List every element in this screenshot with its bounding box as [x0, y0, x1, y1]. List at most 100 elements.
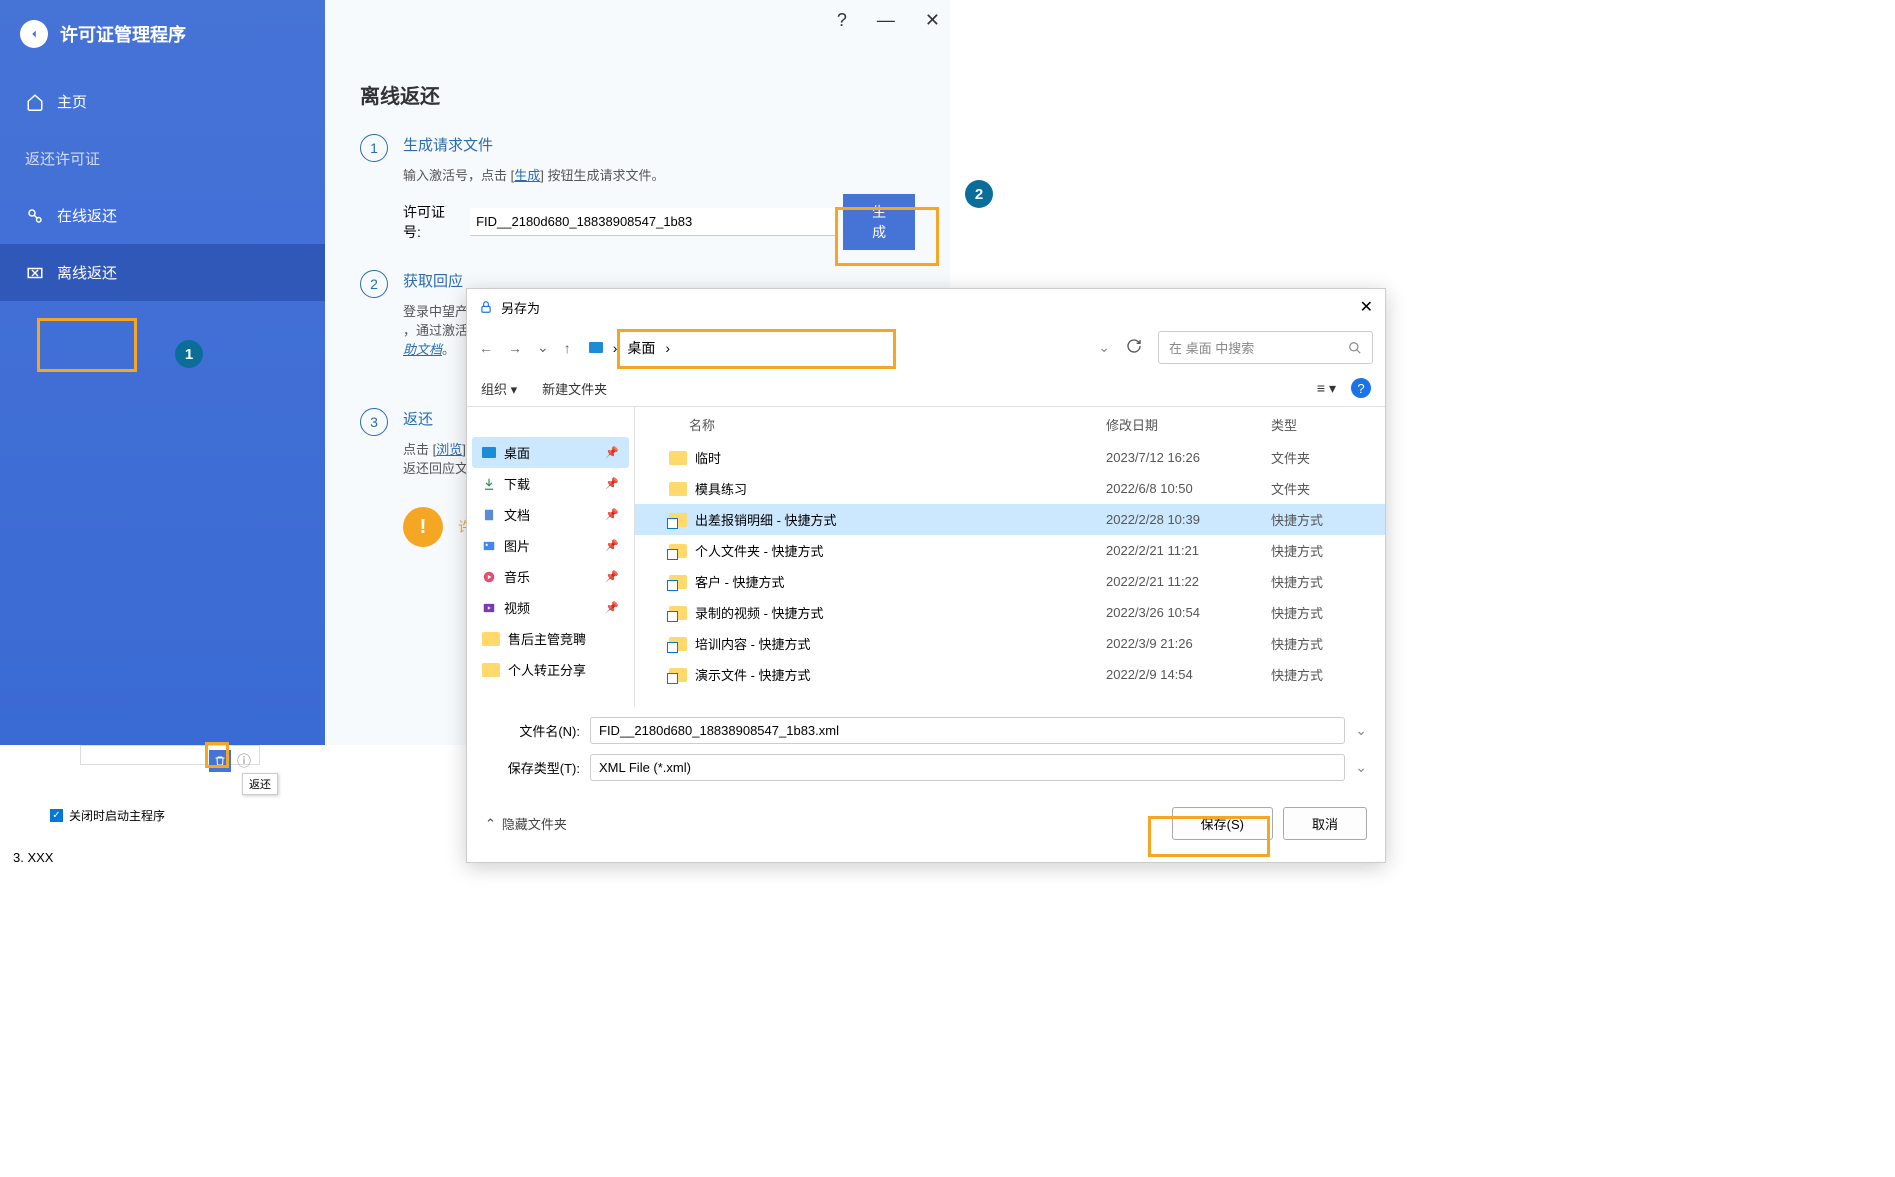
sidebar-label: 在线返还	[57, 205, 117, 226]
nav-forward-icon[interactable]: →	[508, 340, 522, 356]
sidebar: 许可证管理程序 主页 返还许可证 在线返还 离线返还 1	[0, 0, 325, 745]
sidebar-item-offline-return[interactable]: 离线返还	[0, 244, 325, 301]
filename-label: 文件名(N):	[485, 721, 580, 740]
back-button[interactable]	[20, 20, 48, 48]
auto-start-checkbox[interactable]: ✓ 关闭时启动主程序	[50, 807, 320, 824]
file-list-header: 名称 修改日期 类型	[635, 407, 1385, 442]
window-controls: ? — ✕	[837, 10, 940, 31]
dialog-titlebar: 另存为 ✕	[467, 289, 1385, 325]
numbered-text: 3. XXX	[13, 850, 53, 865]
dialog-bottom: 文件名(N): ⌄ 保存类型(T): ⌄	[467, 707, 1385, 801]
folder-tree: 桌面📌下载📌文档📌图片📌音乐📌视频📌售后主管竞聘个人转正分享	[467, 407, 635, 707]
organize-button[interactable]: 组织 ▾	[481, 379, 517, 398]
chevron-up-icon: ⌃	[485, 816, 496, 832]
file-row[interactable]: 模具练习2022/6/8 10:50文件夹	[635, 473, 1385, 504]
dialog-close-icon[interactable]: ✕	[1360, 297, 1373, 317]
dialog-nav: ← → ⌄ ↑ › 桌面 › ⌄ 在 桌面 中搜索	[467, 325, 1385, 370]
tree-item[interactable]: 文档📌	[472, 499, 629, 530]
generate-button[interactable]: 生成	[843, 194, 915, 250]
address-dropdown-icon[interactable]: ⌄	[1098, 339, 1110, 356]
breadcrumb-desktop[interactable]: 桌面	[627, 338, 655, 358]
dialog-body: 桌面📌下载📌文档📌图片📌音乐📌视频📌售后主管竞聘个人转正分享 名称 修改日期 类…	[467, 407, 1385, 707]
address-bar[interactable]: › 桌面 ›	[581, 334, 1089, 362]
annotation-badge-2: 2	[965, 180, 993, 208]
help-doc-link[interactable]: 助文档	[403, 342, 442, 357]
sidebar-label: 离线返还	[57, 262, 117, 283]
tree-item[interactable]: 桌面📌	[472, 437, 629, 468]
search-placeholder: 在 桌面 中搜索	[1169, 338, 1254, 357]
file-row[interactable]: 客户 - 快捷方式2022/2/21 11:22快捷方式	[635, 566, 1385, 597]
filetype-label: 保存类型(T):	[485, 758, 580, 777]
new-folder-button[interactable]: 新建文件夹	[542, 379, 607, 398]
step-desc: 输入激活号，点击 [生成] 按钮生成请求文件。	[403, 165, 915, 184]
dialog-title: 另存为	[501, 298, 540, 317]
nav-up-icon[interactable]: ↑	[564, 340, 571, 356]
generate-link[interactable]: 生成	[514, 168, 540, 183]
file-row[interactable]: 演示文件 - 快捷方式2022/2/9 14:54快捷方式	[635, 659, 1385, 690]
checkbox-label: 关闭时启动主程序	[69, 807, 165, 824]
dialog-toolbar: 组织 ▾ 新建文件夹 ≡ ▾ ?	[467, 370, 1385, 407]
home-icon	[25, 92, 45, 112]
breadcrumb-sep: ›	[665, 340, 670, 356]
hide-folders-toggle[interactable]: ⌃ 隐藏文件夹	[485, 814, 567, 833]
step-number: 2	[360, 270, 388, 298]
license-row: 许可证号: 生成	[403, 194, 915, 250]
license-input[interactable]	[470, 208, 835, 236]
offline-icon	[25, 263, 45, 283]
step-number: 3	[360, 408, 388, 436]
desktop-icon	[589, 342, 603, 353]
small-panel: ⓘ 返还 ✓ 关闭时启动主程序	[30, 745, 320, 824]
file-row[interactable]: 录制的视频 - 快捷方式2022/3/26 10:54快捷方式	[635, 597, 1385, 628]
refresh-icon[interactable]	[1120, 332, 1148, 363]
file-row[interactable]: 出差报销明细 - 快捷方式2022/2/28 10:39快捷方式	[635, 504, 1385, 535]
lock-icon	[479, 300, 493, 314]
license-label: 许可证号:	[403, 202, 462, 242]
tree-item[interactable]: 图片📌	[472, 530, 629, 561]
nav-back-icon[interactable]: ←	[479, 340, 493, 356]
dropdown-icon[interactable]: ⌄	[1355, 722, 1367, 739]
step-1: 1 生成请求文件 输入激活号，点击 [生成] 按钮生成请求文件。 许可证号: 生…	[360, 134, 915, 250]
online-icon	[25, 206, 45, 226]
save-button[interactable]: 保存(S)	[1172, 807, 1273, 840]
save-as-dialog: 另存为 ✕ ← → ⌄ ↑ › 桌面 › ⌄ 在 桌面 中搜索 组织 ▾ 新建文…	[466, 288, 1386, 863]
trash-icon[interactable]	[209, 750, 231, 772]
tree-item[interactable]: 视频📌	[472, 592, 629, 623]
panel-title: 离线返还	[360, 80, 915, 109]
step-title: 生成请求文件	[403, 134, 915, 155]
column-type[interactable]: 类型	[1271, 415, 1371, 434]
warning-icon: !	[403, 507, 443, 547]
column-date[interactable]: 修改日期	[1106, 415, 1271, 434]
filetype-input[interactable]	[590, 754, 1345, 781]
close-icon[interactable]: ✕	[925, 10, 940, 31]
step-content: 生成请求文件 输入激活号，点击 [生成] 按钮生成请求文件。 许可证号: 生成	[403, 134, 915, 250]
tree-item[interactable]: 售后主管竞聘	[472, 623, 629, 654]
tooltip: 返还	[242, 773, 278, 795]
sidebar-item-online-return[interactable]: 在线返还	[0, 187, 325, 244]
sidebar-header: 许可证管理程序	[0, 0, 325, 73]
column-name[interactable]: 名称	[649, 415, 1106, 434]
tree-item[interactable]: 个人转正分享	[472, 654, 629, 685]
cancel-button[interactable]: 取消	[1283, 807, 1367, 840]
annotation-badge-1: 1	[175, 340, 203, 368]
view-mode-icon[interactable]: ≡ ▾	[1317, 380, 1336, 397]
filename-input[interactable]	[590, 717, 1345, 744]
file-list: 名称 修改日期 类型 临时2023/7/12 16:26文件夹模具练习2022/…	[635, 407, 1385, 707]
help-icon[interactable]: ?	[837, 10, 847, 31]
browse-link[interactable]: 浏览	[436, 442, 462, 457]
search-input[interactable]: 在 桌面 中搜索	[1158, 331, 1373, 364]
sidebar-item-home[interactable]: 主页	[0, 73, 325, 130]
breadcrumb-sep: ›	[613, 340, 618, 356]
dropdown-icon[interactable]: ⌄	[1355, 759, 1367, 776]
sidebar-section-return: 返还许可证	[0, 130, 325, 187]
step-number: 1	[360, 134, 388, 162]
file-row[interactable]: 培训内容 - 快捷方式2022/3/9 21:26快捷方式	[635, 628, 1385, 659]
sidebar-label: 主页	[57, 91, 87, 112]
tree-item[interactable]: 下载📌	[472, 468, 629, 499]
file-row[interactable]: 个人文件夹 - 快捷方式2022/2/21 11:21快捷方式	[635, 535, 1385, 566]
help-icon[interactable]: ?	[1351, 378, 1371, 398]
tree-item[interactable]: 音乐📌	[472, 561, 629, 592]
nav-down-icon[interactable]: ⌄	[537, 339, 549, 356]
info-icon[interactable]: ⓘ	[233, 750, 255, 772]
file-row[interactable]: 临时2023/7/12 16:26文件夹	[635, 442, 1385, 473]
minimize-icon[interactable]: —	[877, 10, 895, 31]
